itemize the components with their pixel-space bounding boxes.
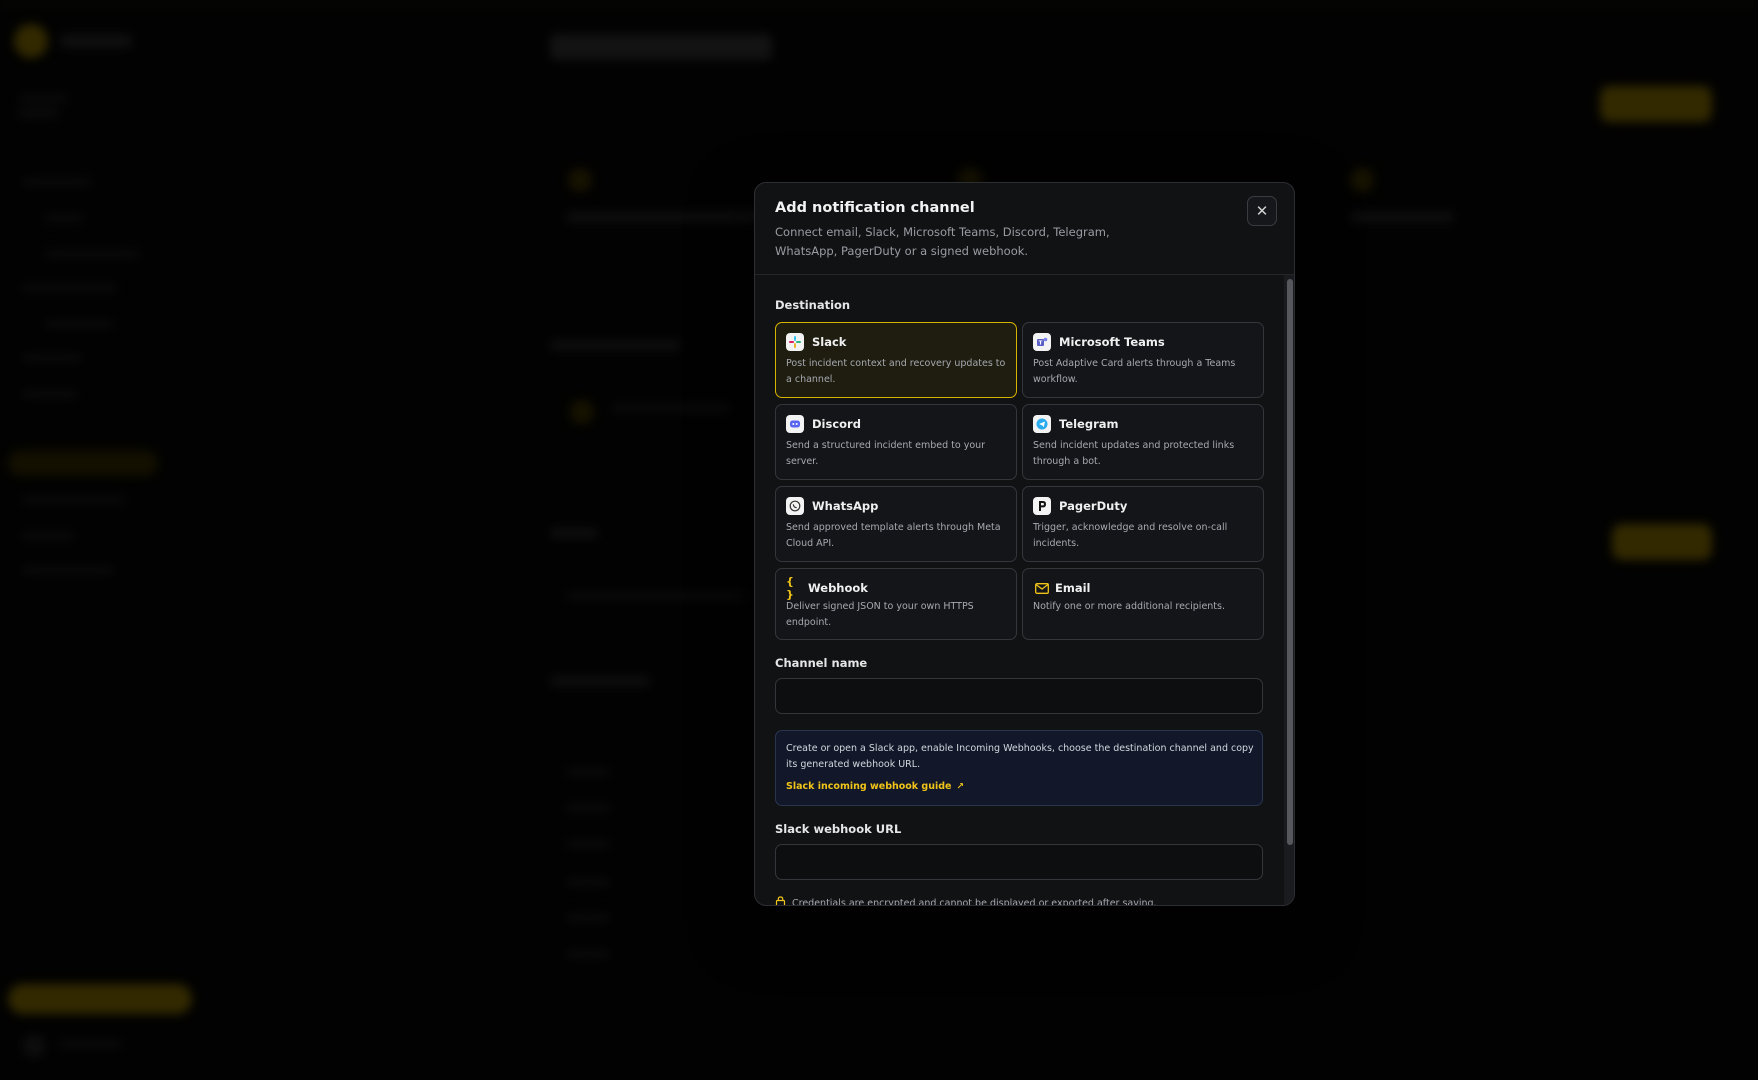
destination-option-slack[interactable]: Slack Post incident context and recovery… [775, 322, 1017, 398]
slack-setup-info: Create or open a Slack app, enable Incom… [775, 730, 1263, 806]
modal-body: Destination Slack Post incident context … [755, 275, 1283, 906]
teams-icon: T [1033, 333, 1051, 351]
destination-desc: Deliver signed JSON to your own HTTPS en… [786, 601, 974, 628]
destination-name: WhatsApp [812, 499, 879, 513]
close-button[interactable]: ✕ [1247, 196, 1277, 226]
webhook-url-label: Slack webhook URL [775, 822, 902, 836]
destination-desc: Post incident context and recovery updat… [786, 358, 1006, 385]
destination-name: PagerDuty [1059, 499, 1128, 513]
whatsapp-icon [786, 497, 804, 515]
modal-subtitle: Connect email, Slack, Microsoft Teams, D… [775, 225, 1110, 258]
destination-name: Microsoft Teams [1059, 335, 1165, 349]
lock-icon [775, 896, 786, 905]
destination-option-whatsapp[interactable]: WhatsApp Send approved template alerts t… [775, 486, 1017, 562]
add-channel-modal: Add notification channel Connect email, … [754, 182, 1295, 906]
channel-name-input[interactable] [775, 678, 1263, 714]
svg-text:T: T [1039, 341, 1043, 347]
modal-title: Add notification channel [775, 200, 975, 216]
info-text: Create or open a Slack app, enable Incom… [786, 743, 1254, 770]
close-icon: ✕ [1255, 202, 1269, 220]
destination-desc: Send approved template alerts through Me… [786, 522, 1001, 549]
destination-option-webhook[interactable]: { } Webhook Deliver signed JSON to your … [775, 568, 1017, 640]
destination-option-email[interactable]: Email Notify one or more additional reci… [1022, 568, 1264, 640]
slack-guide-link[interactable]: Slack incoming webhook guide ↗ [786, 781, 964, 792]
telegram-icon [1033, 415, 1051, 433]
webhook-url-input[interactable] [775, 844, 1263, 880]
mail-icon [1033, 579, 1051, 597]
destination-option-discord[interactable]: Discord Send a structured incident embed… [775, 404, 1017, 480]
modal-header: Add notification channel Connect email, … [755, 183, 1294, 275]
destination-option-teams[interactable]: T Microsoft Teams Post Adaptive Card ale… [1022, 322, 1264, 398]
destination-name: Slack [812, 335, 847, 349]
destination-name: Email [1055, 581, 1091, 595]
destination-desc: Send incident updates and protected link… [1033, 440, 1235, 467]
credentials-note: Credentials are encrypted and cannot be … [775, 896, 1157, 906]
link-label: Slack incoming webhook guide [786, 781, 952, 792]
credentials-note-text: Credentials are encrypted and cannot be … [792, 898, 1157, 906]
destination-desc: Post Adaptive Card alerts through a Team… [1033, 358, 1236, 385]
destination-desc: Send a structured incident embed to your… [786, 440, 986, 467]
destination-option-telegram[interactable]: Telegram Send incident updates and prote… [1022, 404, 1264, 480]
channel-name-label: Channel name [775, 656, 868, 670]
slack-icon [786, 333, 804, 351]
destination-name: Webhook [808, 581, 868, 595]
destination-label: Destination [775, 298, 851, 312]
destination-desc: Trigger, acknowledge and resolve on-call… [1033, 522, 1228, 549]
destination-option-pagerduty[interactable]: PagerDuty Trigger, acknowledge and resol… [1022, 486, 1264, 562]
destination-desc: Notify one or more additional recipients… [1033, 601, 1225, 612]
discord-icon [786, 415, 804, 433]
webhook-icon: { } [786, 575, 794, 601]
destination-name: Discord [812, 417, 861, 431]
pagerduty-icon [1033, 497, 1051, 515]
scrollbar-thumb[interactable] [1287, 279, 1293, 845]
external-link-icon: ↗ [956, 782, 965, 792]
destination-name: Telegram [1059, 417, 1119, 431]
